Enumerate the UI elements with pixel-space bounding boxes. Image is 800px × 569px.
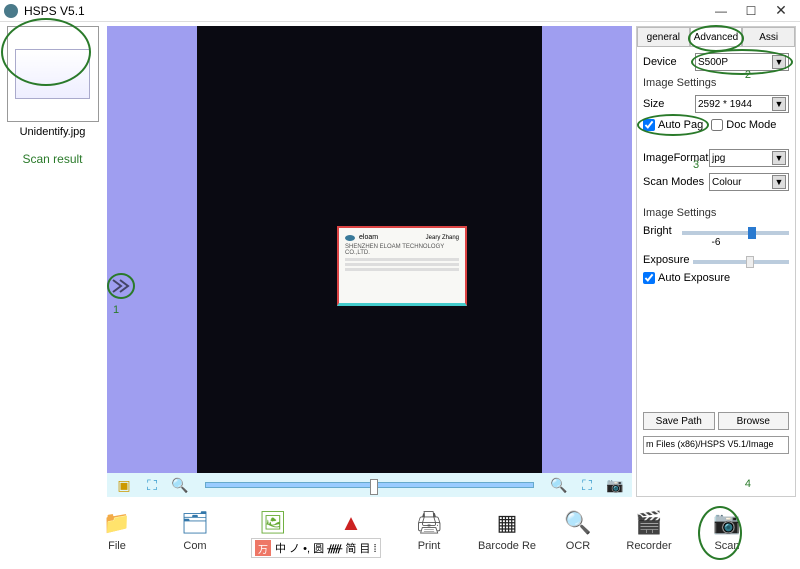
zoom-slider[interactable]: [205, 482, 534, 488]
exposure-slider[interactable]: [693, 260, 789, 264]
file-button[interactable]: 📁 File: [90, 508, 144, 552]
annotation-ellipse: [698, 506, 742, 560]
barcode-button[interactable]: ▦ Barcode Re: [480, 508, 534, 552]
thumbnail-pane: Unidentify.jpg Scan result: [0, 22, 105, 497]
scan-modes-label: Scan Modes: [643, 176, 705, 188]
preview-pane: eloam Jeary Zhang SHENZHEN ELOAM TECHNOL…: [107, 26, 632, 497]
gallery-icon: 🖼: [256, 508, 290, 538]
auto-page-checkbox[interactable]: Auto Pag: [643, 119, 703, 131]
save-path-field[interactable]: m Files (x86)/HSPS V5.1/Image: [643, 436, 789, 454]
image-format-select[interactable]: jpg▼: [709, 149, 789, 167]
ime-toolbar[interactable]: 万 中 ノ •, 圆 ᚏ 简 目 ⁞: [251, 538, 381, 558]
doc-mode-checkbox[interactable]: Doc Mode: [711, 119, 776, 131]
camera-preview[interactable]: eloam Jeary Zhang SHENZHEN ELOAM TECHNOL…: [197, 26, 542, 473]
folder-icon: 📁: [100, 508, 134, 538]
annotation-3: 3: [693, 159, 699, 171]
card-name: Jeary Zhang: [426, 235, 459, 241]
ime-items: 中 ノ •, 圆 ᚏ 简 目 ⁞: [275, 540, 377, 556]
crop-icon[interactable]: ▣: [115, 476, 133, 494]
size-select[interactable]: 2592 * 1944▼: [695, 95, 789, 113]
ocr-button[interactable]: 🔍 OCR: [558, 508, 598, 552]
tab-advanced[interactable]: Advanced: [690, 27, 743, 46]
scan-modes-select[interactable]: Colour▼: [709, 173, 789, 191]
settings-panel: general Advanced Assi Device S500P▼ 2 Im…: [636, 26, 796, 497]
combine-button[interactable]: 🗂 Com: [168, 508, 222, 552]
titlebar: HSPS V5.1 — ☐ ✕: [0, 0, 800, 22]
tab-assi[interactable]: Assi: [742, 27, 795, 46]
recorder-button[interactable]: 🎬 Recorder: [622, 508, 676, 552]
thumbnail-item[interactable]: [7, 26, 99, 122]
capture-icon[interactable]: 📷: [606, 476, 624, 494]
auto-exposure-checkbox[interactable]: Auto Exposure: [643, 272, 789, 284]
preview-toolbar: ▣ ⛶ 🔍 🔍 ⛶ 📷: [107, 473, 632, 497]
recorder-icon: 🎬: [632, 508, 666, 538]
settings-tabs: general Advanced Assi: [637, 27, 795, 47]
print-icon: 🖨: [412, 508, 446, 538]
zoom-in-icon[interactable]: 🔍: [550, 476, 568, 494]
bright-label: Bright: [643, 225, 678, 237]
fullscreen-icon[interactable]: ⛶: [578, 476, 596, 494]
maximize-button[interactable]: ☐: [736, 1, 766, 21]
print-button[interactable]: 🖨 Print: [402, 508, 456, 552]
close-button[interactable]: ✕: [766, 1, 796, 21]
minimize-button[interactable]: —: [706, 1, 736, 21]
annotation-2: 2: [745, 69, 751, 81]
device-label: Device: [643, 56, 691, 68]
detected-card: eloam Jeary Zhang SHENZHEN ELOAM TECHNOL…: [337, 226, 467, 306]
image-settings2-header: Image Settings: [643, 207, 789, 219]
brightness-slider[interactable]: [682, 231, 789, 235]
app-logo: [4, 4, 18, 18]
image-settings-header: Image Settings: [643, 77, 789, 89]
annotation-1: 1: [113, 304, 119, 316]
annotation-4: 4: [745, 478, 751, 490]
bottom-toolbar: 📁 File 🗂 Com 🖼 ▲ 🖨 Print ▦ Barcode Re 🔍 …: [0, 497, 800, 561]
ocr-icon: 🔍: [561, 508, 595, 538]
ime-icon: 万: [255, 540, 271, 556]
tab-general[interactable]: general: [637, 27, 690, 46]
scan-result-label: Scan result: [22, 152, 82, 166]
expand-panel-button[interactable]: [107, 272, 135, 300]
pdf-icon: ▲: [334, 508, 368, 538]
scan-button[interactable]: 📷 Scan: [700, 508, 754, 552]
annotation-ellipse: [1, 18, 91, 86]
bright-value: -6: [643, 237, 789, 248]
card-company: SHENZHEN ELOAM TECHNOLOGY CO.,LTD.: [345, 244, 459, 256]
combine-icon: 🗂: [178, 508, 212, 538]
fit-icon[interactable]: ⛶: [143, 476, 161, 494]
exposure-label: Exposure: [643, 254, 689, 266]
save-path-button[interactable]: Save Path: [643, 412, 715, 430]
card-brand: eloam: [359, 234, 378, 241]
device-select[interactable]: S500P▼: [695, 53, 789, 71]
size-label: Size: [643, 98, 691, 110]
window-title: HSPS V5.1: [24, 4, 85, 18]
thumbnail-filename: Unidentify.jpg: [20, 126, 86, 138]
zoom-out-icon[interactable]: 🔍: [171, 476, 189, 494]
qr-icon: ▦: [490, 508, 524, 538]
browse-button[interactable]: Browse: [718, 412, 790, 430]
